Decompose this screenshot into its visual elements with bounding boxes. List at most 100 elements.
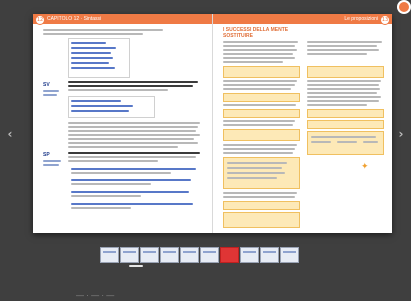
exercise-box (223, 201, 300, 210)
text-line (71, 179, 191, 181)
text-line (68, 152, 200, 154)
text-line (71, 172, 171, 174)
thumbnail-scroll-indicator[interactable] (129, 265, 143, 267)
exercise-box (223, 93, 300, 102)
exercise-box (223, 109, 300, 118)
text-line (43, 33, 143, 35)
lightbulb-icon: ✦ (361, 162, 369, 172)
text-line (223, 45, 295, 47)
text-line (71, 191, 189, 193)
page-thumbnail[interactable] (140, 247, 159, 263)
page-thumbnail[interactable] (280, 247, 299, 263)
next-page-arrow-icon[interactable]: › (397, 124, 405, 144)
text-line (68, 160, 158, 162)
right-section-subtitle: SOSTITUIRE (223, 33, 254, 39)
text-line (223, 80, 297, 82)
text-line (68, 122, 200, 124)
text-line (307, 80, 381, 82)
text-line (307, 41, 382, 43)
text-line (68, 138, 194, 140)
text-line (223, 57, 295, 59)
text-line (68, 134, 200, 136)
text-line (68, 146, 178, 148)
text-line (307, 45, 377, 47)
page-thumbnail[interactable] (160, 247, 179, 263)
text-line (71, 203, 193, 205)
exercise-box (307, 109, 384, 118)
text-line (311, 136, 376, 138)
text-line (363, 141, 378, 143)
page-thumbnail[interactable] (180, 247, 199, 263)
text-line (223, 196, 295, 198)
right-header-title: Le proposizioni (344, 16, 378, 22)
text-line (307, 53, 367, 55)
text-line (71, 42, 106, 44)
text-line (43, 90, 59, 92)
thumbnail-strip (100, 247, 314, 263)
text-line (71, 62, 109, 64)
text-line (227, 177, 277, 179)
text-line (223, 53, 293, 55)
exercise-box (223, 66, 300, 78)
close-button[interactable] (399, 2, 409, 12)
section-label-sv: SV (43, 82, 50, 88)
text-line (43, 94, 57, 96)
text-line (223, 104, 296, 106)
text-line (307, 100, 379, 102)
left-page-number: 12 (35, 15, 45, 25)
right-page-number: 13 (380, 15, 390, 25)
text-line (223, 84, 295, 86)
page-thumbnail[interactable] (120, 247, 139, 263)
text-line (43, 164, 59, 166)
flipbook-viewer: ‹ › 12 CAPITOLO 12 · Sintassi SV SP 13 L… (0, 0, 411, 301)
text-line (307, 96, 381, 98)
left-page[interactable]: 12 CAPITOLO 12 · Sintassi SV SP (33, 14, 212, 233)
right-page[interactable]: 13 Le proposizioni I SUCCESSI DELLA MENT… (213, 14, 392, 233)
page-thumbnail[interactable] (260, 247, 279, 263)
text-line (223, 152, 293, 154)
text-line (223, 120, 295, 122)
text-line (68, 126, 198, 128)
text-line (227, 167, 282, 169)
text-line (71, 110, 129, 112)
page-thumbnail[interactable] (100, 247, 119, 263)
text-line (227, 162, 287, 164)
text-line (307, 104, 367, 106)
text-line (307, 49, 379, 51)
text-line (43, 160, 61, 162)
text-line (68, 81, 198, 83)
exercise-box (307, 120, 384, 129)
text-line (71, 57, 113, 59)
left-header-title: CAPITOLO 12 · Sintassi (47, 16, 102, 22)
text-line (71, 47, 116, 49)
text-line (227, 172, 285, 174)
text-line (307, 84, 379, 86)
text-line (68, 85, 193, 87)
exercise-box (223, 129, 300, 141)
open-book: 12 CAPITOLO 12 · Sintassi SV SP 13 Le pr… (33, 14, 392, 233)
text-line (223, 41, 298, 43)
exercise-box (307, 66, 384, 78)
exercise-box (223, 212, 300, 228)
bottom-caption: — · — · — (76, 291, 115, 300)
text-line (307, 88, 380, 90)
text-line (307, 92, 377, 94)
text-line (71, 207, 131, 209)
text-line (337, 141, 357, 143)
text-line (223, 148, 295, 150)
page-thumbnail[interactable] (240, 247, 259, 263)
text-line (223, 144, 297, 146)
text-line (71, 100, 121, 102)
text-line (71, 105, 133, 107)
text-line (71, 183, 151, 185)
prev-page-arrow-icon[interactable]: ‹ (6, 124, 14, 144)
text-line (311, 141, 331, 143)
text-line (71, 67, 115, 69)
text-line (223, 49, 297, 51)
text-line (223, 88, 291, 90)
section-label-sp: SP (43, 152, 50, 158)
exercise-box (307, 131, 384, 155)
page-thumbnail[interactable] (200, 247, 219, 263)
text-line (71, 52, 111, 54)
page-thumbnail[interactable] (220, 247, 239, 263)
